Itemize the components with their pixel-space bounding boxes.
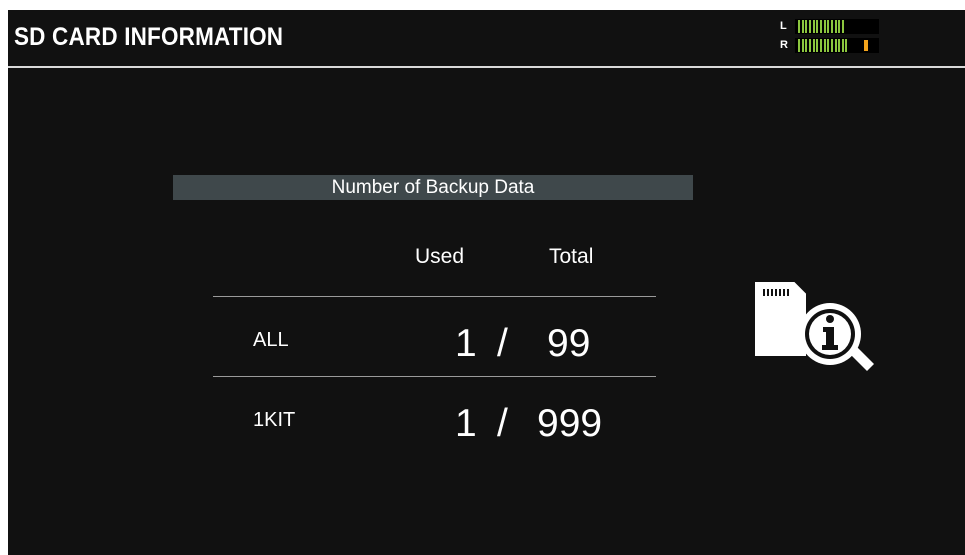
left-meter-segment xyxy=(838,20,841,33)
left-channel-label: L xyxy=(780,20,787,32)
left-meter-segment xyxy=(819,20,822,33)
one-kit-value-separator: / xyxy=(497,402,508,445)
right-meter-segment xyxy=(819,39,822,52)
left-meter-segment xyxy=(823,20,826,33)
sd-card-info-icon xyxy=(755,282,874,371)
right-meter-segment xyxy=(805,39,808,52)
left-meter-track xyxy=(795,19,879,34)
left-meter-segment xyxy=(834,20,837,33)
one-kit-row-label: 1KIT xyxy=(253,409,296,431)
one-kit-used-value: 1 xyxy=(455,402,477,445)
sd-card-information-screen: SD CARD INFORMATION L R Number of Backup… xyxy=(8,10,965,555)
right-channel-label: R xyxy=(780,39,788,51)
right-meter-segment xyxy=(823,39,826,52)
left-meter-segment xyxy=(812,20,815,33)
left-meter-segment xyxy=(805,20,808,33)
one-kit-total-value: 999 xyxy=(537,402,603,445)
left-meter-segment xyxy=(801,20,804,33)
left-meter-segment xyxy=(798,20,800,33)
screen-header: SD CARD INFORMATION L R xyxy=(8,10,965,68)
right-meter-segment xyxy=(830,39,833,52)
page-title: SD CARD INFORMATION xyxy=(14,23,284,51)
level-meter: L R xyxy=(780,17,880,59)
right-meter-segment xyxy=(816,39,819,52)
all-row-label: ALL xyxy=(253,329,289,351)
left-meter-segment xyxy=(808,20,811,33)
left-meter-segment xyxy=(827,20,830,33)
left-meter-segment xyxy=(816,20,819,33)
table-divider xyxy=(213,296,656,297)
right-meter-track xyxy=(795,38,879,53)
right-meter-segment xyxy=(845,39,848,52)
left-meter-segment xyxy=(841,20,844,33)
total-column-header: Total xyxy=(549,245,594,268)
right-meter-segment xyxy=(808,39,811,52)
right-meter-segment xyxy=(801,39,804,52)
left-meter-row: L xyxy=(780,19,880,34)
right-meter-segment xyxy=(827,39,830,52)
right-meter-segment xyxy=(812,39,815,52)
backup-data-section-header: Number of Backup Data xyxy=(173,175,693,200)
all-value-separator: / xyxy=(497,322,508,365)
left-meter-segment xyxy=(830,20,833,33)
right-meter-segment xyxy=(798,39,800,52)
right-meter-row: R xyxy=(780,38,880,53)
backup-data-title: Number of Backup Data xyxy=(331,177,535,198)
all-used-value: 1 xyxy=(455,322,477,365)
right-meter-segment xyxy=(841,39,844,52)
table-divider xyxy=(213,376,656,377)
right-meter-segment xyxy=(834,39,837,52)
all-total-value: 99 xyxy=(547,322,591,365)
right-meter-segment xyxy=(838,39,841,52)
used-column-header: Used xyxy=(415,245,465,268)
right-peak-indicator xyxy=(864,40,868,51)
